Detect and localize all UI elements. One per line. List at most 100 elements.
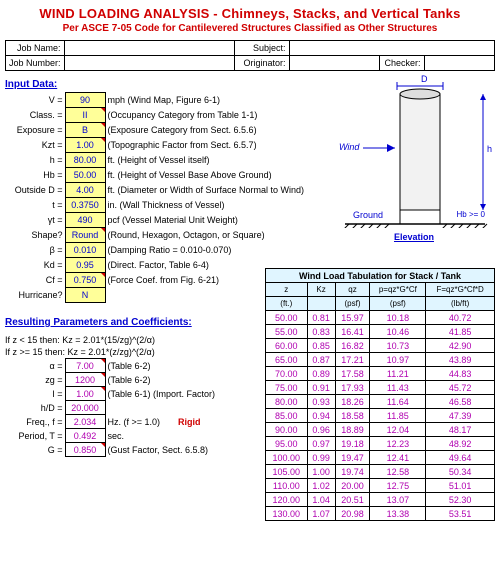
input-label: V = [5,93,65,108]
tab-cell: 10.73 [370,339,426,353]
input-label: γt = [5,213,65,228]
result-desc: (Table 6-1) (Import. Factor) [105,387,217,401]
input-label: Cf = [5,273,65,288]
tab-cell: 17.58 [335,367,370,381]
results-table: α =7.00(Table 6-2)zg =1200(Table 6-2)I =… [5,358,217,457]
tab-cell: 12.04 [370,423,426,437]
tab-cell: 110.00 [266,479,308,493]
input-label: h = [5,153,65,168]
tab-col-header: qz [335,283,370,297]
elevation-label: Elevation [335,230,493,242]
tab-cell: 1.07 [307,507,335,521]
tab-cell: 18.26 [335,395,370,409]
input-label: β = [5,243,65,258]
input-value[interactable]: B [65,123,105,138]
tab-cell: 17.93 [335,381,370,395]
input-value[interactable]: 0.95 [65,258,105,273]
result-desc [105,401,217,415]
tab-cell: 20.51 [335,493,370,507]
tab-cell: 12.41 [370,451,426,465]
tab-cell: 43.89 [426,353,495,367]
tab-cell: 18.89 [335,423,370,437]
tab-cell: 44.83 [426,367,495,381]
tab-cell: 40.72 [426,311,495,325]
input-value[interactable]: 0.3750 [65,198,105,213]
tab-cell: 49.64 [426,451,495,465]
tab-cell: 0.99 [307,451,335,465]
input-value[interactable]: N [65,288,105,303]
input-desc: ft. (Height of Vessel itself) [105,153,306,168]
elevation-diagram: D Wind h Hb >= 0 Ground [335,74,493,244]
input-desc: (Exposure Category from Sect. 6.5.6) [105,123,306,138]
input-label: Kzt = [5,138,65,153]
tab-cell: 50.34 [426,465,495,479]
input-value[interactable]: 0.750 [65,273,105,288]
input-label: Hurricane? [5,288,65,303]
input-value[interactable]: II [65,108,105,123]
input-desc: (Damping Ratio = 0.010-0.070) [105,243,306,258]
input-value[interactable]: 490 [65,213,105,228]
input-label: Exposure = [5,123,65,138]
tab-cell: 10.46 [370,325,426,339]
tab-cell: 47.39 [426,409,495,423]
originator-field[interactable] [289,56,379,71]
tab-cell: 85.00 [266,409,308,423]
input-value[interactable]: 0.010 [65,243,105,258]
job-number-field[interactable] [64,56,234,71]
input-desc: mph (Wind Map, Figure 6-1) [105,93,306,108]
input-label: t = [5,198,65,213]
tab-cell: 0.85 [307,339,335,353]
input-label: Kd = [5,258,65,273]
tab-cell: 20.00 [335,479,370,493]
subject-field[interactable] [289,41,494,56]
input-value[interactable]: 50.00 [65,168,105,183]
input-label: Hb = [5,168,65,183]
tab-cell: 100.00 [266,451,308,465]
input-label: Shape? [5,228,65,243]
tab-cell: 12.75 [370,479,426,493]
tab-cell: 17.21 [335,353,370,367]
tab-cell: 50.00 [266,311,308,325]
job-number-label: Job Number: [6,56,65,71]
tab-cell: 16.82 [335,339,370,353]
input-value[interactable]: 4.00 [65,183,105,198]
tab-cell: 51.01 [426,479,495,493]
tab-cell: 0.96 [307,423,335,437]
tab-cell: 10.97 [370,353,426,367]
tab-cell: 13.38 [370,507,426,521]
tab-cell: 19.74 [335,465,370,479]
input-desc: in. (Wall Thickness of Vessel) [105,198,306,213]
input-value[interactable]: 90 [65,93,105,108]
tabulation-table: Wind Load Tabulation for Stack / TankzKz… [265,268,495,521]
tab-cell: 0.91 [307,381,335,395]
tab-col-unit: (psf) [370,297,426,311]
result-label: Period, T = [5,429,65,443]
input-value[interactable]: 80.00 [65,153,105,168]
tab-cell: 105.00 [266,465,308,479]
result-label: h/D = [5,401,65,415]
result-label: α = [5,359,65,373]
tab-col-header: Kz [307,283,335,297]
tab-cell: 1.02 [307,479,335,493]
tab-col-unit: (ft.) [266,297,308,311]
elevation-svg [335,78,493,228]
input-desc: pcf (Vessel Material Unit Weight) [105,213,306,228]
checker-label: Checker: [379,56,424,71]
input-value[interactable]: Round [65,228,105,243]
tab-col-header: F=qz*G*Cf*D [426,283,495,297]
input-value[interactable]: 1.00 [65,138,105,153]
tab-cell: 65.00 [266,353,308,367]
tab-cell: 19.18 [335,437,370,451]
tab-cell: 12.23 [370,437,426,451]
tab-cell: 0.89 [307,367,335,381]
tab-cell: 0.87 [307,353,335,367]
tab-cell: 130.00 [266,507,308,521]
tab-col-header: z [266,283,308,297]
tab-cell: 10.18 [370,311,426,325]
checker-field[interactable] [424,56,494,71]
input-label: Outside D = [5,183,65,198]
result-value: 1.00 [65,387,105,401]
job-name-field[interactable] [64,41,234,56]
tab-cell: 95.00 [266,437,308,451]
result-desc: (Gust Factor, Sect. 6.5.8) [105,443,217,457]
